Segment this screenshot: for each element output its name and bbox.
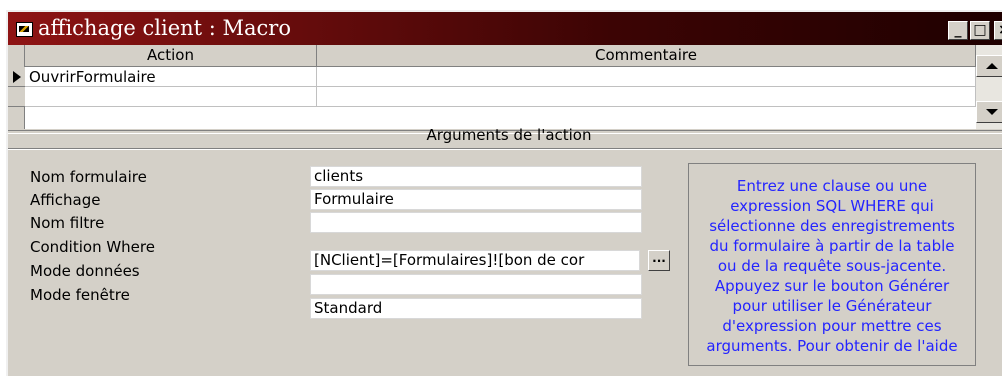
scroll-down-button[interactable] [976,101,1002,123]
expression-builder-button[interactable]: ... [648,250,670,271]
comment-cell[interactable] [317,87,976,107]
arguments-section-title: Arguments de l'action [426,126,592,144]
label-condition-where: Condition Where [30,238,155,256]
row-selector-current[interactable] [8,67,25,87]
label-nom-filtre: Nom filtre [30,214,105,232]
arrow-right-icon [13,71,21,83]
arguments-separator [8,148,1002,150]
column-header-action[interactable]: Action [25,45,317,67]
action-cell[interactable]: OuvrirFormulaire [25,67,317,87]
row-selector-column [8,45,25,129]
comment-cell[interactable] [317,67,976,87]
maximize-button[interactable]: □ [970,21,990,40]
help-text: Entrez une clause ou une expression SQL … [706,177,958,355]
scroll-up-icon [986,63,998,69]
affichage-field[interactable]: Formulaire [310,189,642,210]
title-bar[interactable]: affichage client : Macro _ □ × [8,12,1002,45]
label-mode-donnees: Mode données [30,262,140,280]
macro-window: affichage client : Macro _ □ × Action Co… [6,10,1002,376]
macro-icon [16,22,33,37]
nom-filtre-field[interactable] [310,212,642,233]
close-button[interactable]: × [994,21,1002,40]
label-affichage: Affichage [30,191,101,209]
condition-where-field[interactable]: [NClient]=[Formulaires]![bon de cor [310,250,640,271]
mode-fenetre-field[interactable]: Standard [310,298,642,319]
scroll-down-icon [986,109,998,115]
mode-donnees-field[interactable] [310,274,642,295]
row-selector[interactable] [8,87,25,107]
scroll-up-button[interactable] [976,55,1002,77]
label-mode-fenetre: Mode fenêtre [30,286,130,304]
label-nom-formulaire: Nom formulaire [30,168,147,186]
column-header-commentaire[interactable]: Commentaire [317,45,976,67]
nom-formulaire-field[interactable]: clients [310,166,642,187]
window-title: affichage client : Macro [38,16,291,40]
vertical-scrollbar[interactable] [976,45,1002,129]
minimize-button[interactable]: _ [948,21,968,40]
action-cell[interactable] [25,87,317,107]
macro-grid: Action Commentaire OuvrirFormulaire [8,45,976,129]
help-panel: Entrez une clause ou une expression SQL … [688,163,976,366]
